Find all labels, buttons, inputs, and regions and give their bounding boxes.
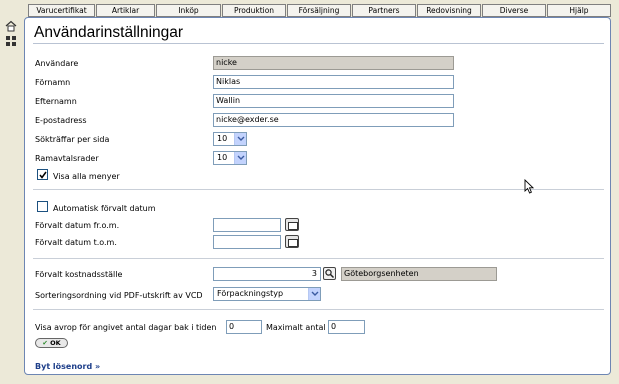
menu-diverse[interactable]: Diverse xyxy=(482,4,546,17)
pdf-sort-select[interactable]: Förpackningstyp xyxy=(213,287,321,301)
change-password-link[interactable]: Byt lösenord » xyxy=(35,362,100,371)
auto-date-label: Automatisk förvalt datum xyxy=(53,204,156,213)
check-icon xyxy=(39,171,47,179)
hits-value: 10 xyxy=(217,134,228,143)
date-from-label: Förvalt datum fr.o.m. xyxy=(35,221,120,230)
menu-artiklar[interactable]: Artiklar xyxy=(96,4,155,17)
auto-date-checkbox[interactable] xyxy=(37,201,48,212)
search-icon[interactable] xyxy=(323,267,336,280)
firstname-label: Förnamn xyxy=(35,78,71,87)
check-icon: ✔ xyxy=(42,339,48,347)
top-menu: Varucertifikat Artiklar Inköp Produktion… xyxy=(0,0,619,18)
calendar-icon[interactable] xyxy=(285,235,299,248)
chevron-down-icon xyxy=(308,288,320,300)
menu-varucertifikat[interactable]: Varucertifikat xyxy=(28,4,95,17)
section-divider xyxy=(33,258,604,259)
pdf-sort-value: Förpackningstyp xyxy=(217,289,284,298)
menu-partners[interactable]: Partners xyxy=(352,4,416,17)
avrop-label: Visa avrop för angivet antal dagar bak i… xyxy=(35,323,217,332)
section-divider xyxy=(33,189,604,190)
left-rail xyxy=(0,18,22,384)
max-field[interactable]: 0 xyxy=(328,320,365,334)
contract-label: Ramavtalsrader xyxy=(35,154,99,163)
ok-button[interactable]: ✔ OK xyxy=(35,338,68,348)
menu-produktion[interactable]: Produktion xyxy=(222,4,286,17)
date-to-label: Förvalt datum t.o.m. xyxy=(35,238,117,247)
date-to-field[interactable] xyxy=(213,235,281,249)
chevron-down-icon xyxy=(234,152,246,164)
pdf-sort-label: Sorteringsordning vid PDF-utskrift av VC… xyxy=(35,291,203,300)
calendar-icon[interactable] xyxy=(285,218,299,231)
lastname-label: Efternamn xyxy=(35,97,77,106)
ok-label: OK xyxy=(50,339,61,347)
cost-center-name-field: Göteborgsenheten xyxy=(341,267,497,281)
hits-label: Sökträffar per sida xyxy=(35,135,109,144)
date-from-field[interactable] xyxy=(213,218,281,232)
section-divider xyxy=(33,309,604,310)
chevron-down-icon xyxy=(234,133,246,145)
settings-panel: Användarinställningar Användare nicke Fö… xyxy=(24,17,611,375)
menu-inkop[interactable]: Inköp xyxy=(156,4,221,17)
show-menus-checkbox[interactable] xyxy=(37,169,48,180)
home-icon[interactable] xyxy=(5,20,17,32)
email-label: E-postadress xyxy=(35,116,87,125)
title-divider xyxy=(33,43,604,44)
menu-redovisning[interactable]: Redovisning xyxy=(417,4,481,17)
cost-center-code-field[interactable]: 3 xyxy=(213,267,321,281)
avrop-days-field[interactable]: 0 xyxy=(226,320,262,334)
max-label: Maximalt antal xyxy=(266,323,326,332)
contract-select[interactable]: 10 xyxy=(213,151,247,165)
contract-value: 10 xyxy=(217,153,228,162)
page-title: Användarinställningar xyxy=(34,24,184,41)
email-field[interactable]: nicke@exder.se xyxy=(213,113,454,127)
user-label: Användare xyxy=(35,59,79,68)
firstname-field[interactable]: Niklas xyxy=(213,75,454,89)
hits-label-text: Sökträffar per sida xyxy=(35,135,110,144)
user-field: nicke xyxy=(213,56,454,70)
grid-icon[interactable] xyxy=(5,35,17,47)
menu-hjalp[interactable]: Hjälp xyxy=(547,4,611,17)
show-menus-label: Visa alla menyer xyxy=(53,172,120,181)
hits-select[interactable]: 10 xyxy=(213,132,247,146)
mouse-cursor-icon xyxy=(524,178,535,196)
menu-forsaljning[interactable]: Försäljning xyxy=(287,4,351,17)
lastname-field[interactable]: Wallin xyxy=(213,94,454,108)
cost-center-label: Förvalt kostnadsställe xyxy=(35,270,123,279)
